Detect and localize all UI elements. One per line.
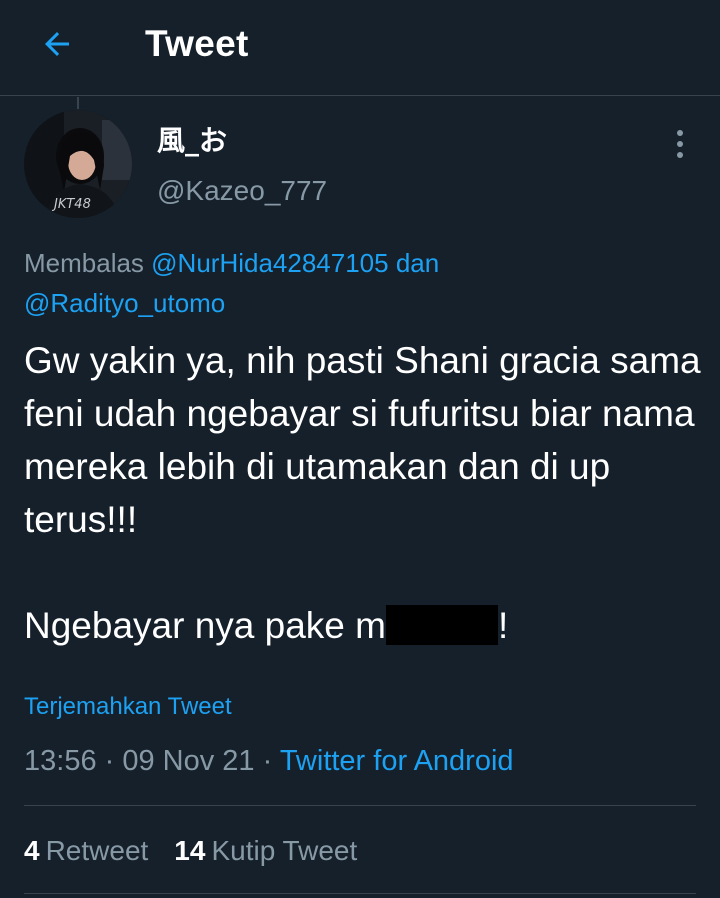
- divider: [24, 805, 696, 806]
- quotes-label: Kutip Tweet: [211, 835, 358, 866]
- retweets-label: Retweet: [45, 835, 149, 866]
- divider: [24, 893, 696, 894]
- thread-connector-line: [77, 97, 79, 109]
- meta-separator: ·: [254, 745, 280, 777]
- tweet-date: 09 Nov 21: [122, 745, 255, 777]
- author-display-name[interactable]: 風_お: [157, 124, 227, 158]
- meta-separator: ·: [96, 745, 123, 777]
- avatar-watermark: JKT48: [51, 197, 91, 212]
- quote-tweets-stat[interactable]: 14 Kutip Tweet: [174, 833, 357, 869]
- more-vertical-icon-dot: [677, 130, 683, 136]
- more-vertical-icon-dot: [677, 141, 683, 147]
- retweets-count: 4: [24, 835, 40, 866]
- tweet-paragraph-2: Ngebayar nya pake m!: [24, 599, 704, 652]
- engagement-stats: 4 Retweet 14 Kutip Tweet: [24, 833, 357, 869]
- replying-prefix: Membalas: [24, 248, 152, 278]
- top-app-bar: Tweet: [0, 0, 720, 96]
- back-button[interactable]: [34, 22, 80, 66]
- translate-tweet-link[interactable]: Terjemahkan Tweet: [24, 692, 232, 722]
- tweet-metadata: 13:56 · 09 Nov 21 · Twitter for Android: [24, 743, 514, 779]
- arrow-left-icon: [45, 32, 69, 56]
- replying-to: Membalas @NurHida42847105 dan @Radityo_ut…: [24, 243, 704, 323]
- tweet-paragraph: Gw yakin ya, nih pasti Shani gracia sama…: [24, 340, 711, 540]
- quotes-count: 14: [174, 835, 206, 866]
- more-options-button[interactable]: [664, 124, 696, 164]
- mention-link[interactable]: @NurHida42847105: [151, 248, 388, 278]
- more-vertical-icon-dot: [677, 152, 683, 158]
- tweet-text-after-redaction: !: [497, 605, 509, 646]
- tweet-source-link[interactable]: Twitter for Android: [280, 745, 514, 777]
- tweet-text-before-redaction: Ngebayar nya pake m: [24, 605, 386, 646]
- mention-link[interactable]: @Radityo_utomo: [24, 288, 225, 318]
- replying-conjunction: dan: [388, 248, 440, 278]
- tweet-time: 13:56: [24, 745, 97, 777]
- author-handle[interactable]: @Kazeo_777: [157, 174, 327, 208]
- page-title: Tweet: [145, 23, 249, 64]
- avatar[interactable]: JKT48: [24, 110, 132, 218]
- redaction-block: [385, 605, 498, 645]
- retweets-stat[interactable]: 4 Retweet: [24, 833, 148, 869]
- tweet-detail-screen: Tweet JKT48 風_お @Kazeo_777 Membalas @Nur…: [0, 0, 720, 898]
- tweet-body: Gw yakin ya, nih pasti Shani gracia sama…: [24, 334, 704, 652]
